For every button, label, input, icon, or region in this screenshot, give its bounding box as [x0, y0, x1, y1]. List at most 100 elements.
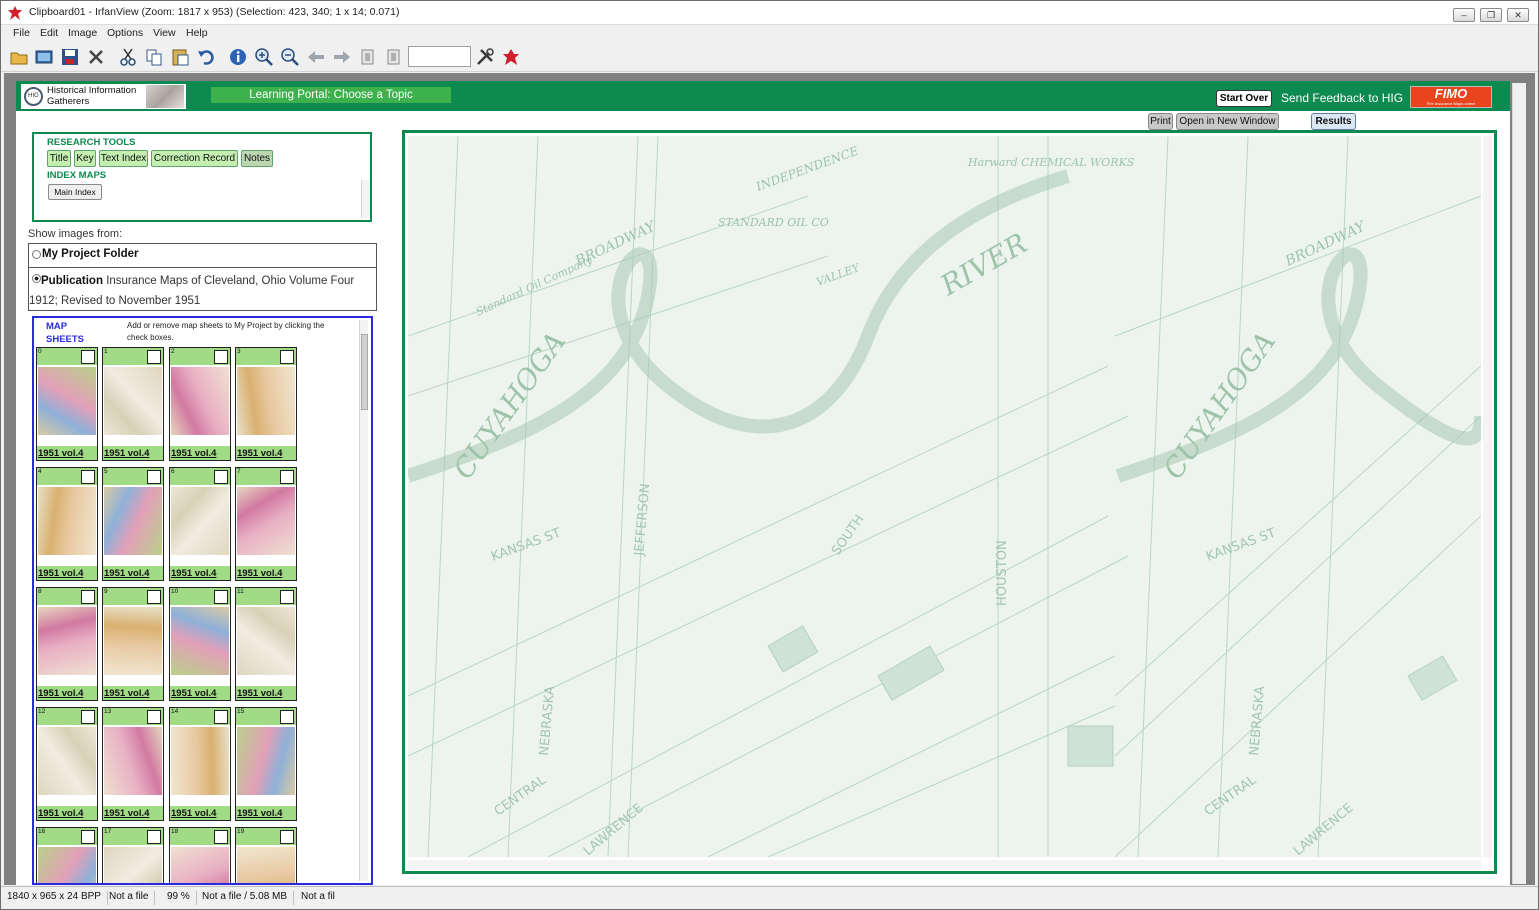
text-index-button[interactable]: Text Index: [99, 150, 148, 167]
first-page-icon[interactable]: [358, 47, 378, 67]
map-sheet-preview[interactable]: [104, 847, 162, 883]
map-sheet-checkbox[interactable]: [81, 590, 95, 604]
map-sheet-thumbnail[interactable]: 9 1951 vol.4: [102, 587, 164, 701]
index-maps-scrollbar[interactable]: [361, 180, 370, 218]
map-sheet-preview[interactable]: [237, 727, 295, 795]
map-sheet-label[interactable]: 1951 vol.4: [236, 806, 296, 820]
map-sheet-checkbox[interactable]: [280, 830, 294, 844]
map-sheet-thumbnail[interactable]: 2 1951 vol.4: [169, 347, 231, 461]
learning-portal-tab[interactable]: Learning Portal: Choose a Topic: [211, 87, 451, 103]
cut-icon[interactable]: [118, 47, 138, 67]
map-sheet-thumbnail[interactable]: 6 1951 vol.4: [169, 467, 231, 581]
map-horizontal-scrollbar[interactable]: [408, 860, 1481, 869]
map-sheet-checkbox[interactable]: [280, 590, 294, 604]
settings-icon[interactable]: [475, 47, 495, 67]
my-project-radio[interactable]: [32, 250, 41, 259]
map-sheet-checkbox[interactable]: [147, 350, 161, 364]
title-button[interactable]: Title: [47, 150, 71, 167]
copy-icon[interactable]: [144, 47, 164, 67]
map-sheet-preview[interactable]: [38, 727, 96, 795]
map-sheet-preview[interactable]: [171, 727, 229, 795]
main-index-button[interactable]: Main Index: [48, 184, 102, 200]
map-sheet-preview[interactable]: [38, 847, 96, 883]
map-image[interactable]: RIVER CUYAHOGA CUYAHOGA BROADWAY BROADWA…: [408, 136, 1481, 857]
map-sheet-preview[interactable]: [171, 487, 229, 555]
map-sheet-thumbnail[interactable]: 3 1951 vol.4: [235, 347, 297, 461]
map-sheet-label[interactable]: 1951 vol.4: [170, 446, 230, 460]
open-folder-icon[interactable]: [9, 47, 29, 67]
zoom-in-icon[interactable]: [254, 47, 274, 67]
close-button[interactable]: ✕: [1507, 8, 1529, 22]
last-page-icon[interactable]: [384, 47, 404, 67]
map-sheet-preview[interactable]: [237, 847, 295, 883]
map-sheet-checkbox[interactable]: [280, 470, 294, 484]
open-new-window-button[interactable]: Open in New Window: [1176, 113, 1279, 130]
zoom-out-icon[interactable]: [280, 47, 300, 67]
my-project-option[interactable]: My Project Folder: [29, 244, 376, 268]
map-sheet-thumbnail[interactable]: 18: [169, 827, 231, 883]
map-sheet-preview[interactable]: [171, 847, 229, 883]
map-sheet-thumbnail[interactable]: 8 1951 vol.4: [36, 587, 98, 701]
map-sheet-preview[interactable]: [237, 487, 295, 555]
map-sheet-checkbox[interactable]: [147, 830, 161, 844]
menu-options[interactable]: Options: [107, 27, 143, 39]
map-sheet-thumbnail[interactable]: 19: [235, 827, 297, 883]
map-sheet-checkbox[interactable]: [280, 350, 294, 364]
next-icon[interactable]: [332, 47, 352, 67]
map-sheet-label[interactable]: 1951 vol.4: [236, 566, 296, 580]
map-sheet-checkbox[interactable]: [280, 710, 294, 724]
results-button[interactable]: Results: [1311, 113, 1356, 130]
map-sheet-preview[interactable]: [38, 607, 96, 675]
map-sheet-checkbox[interactable]: [81, 470, 95, 484]
map-sheet-checkbox[interactable]: [147, 590, 161, 604]
menu-edit[interactable]: Edit: [40, 27, 58, 39]
map-sheet-preview[interactable]: [237, 607, 295, 675]
map-sheet-checkbox[interactable]: [81, 350, 95, 364]
map-sheet-label[interactable]: 1951 vol.4: [236, 686, 296, 700]
map-sheet-label[interactable]: 1951 vol.4: [37, 566, 97, 580]
send-feedback-link[interactable]: Send Feedback to HIG: [1281, 91, 1403, 105]
map-sheet-label[interactable]: 1951 vol.4: [37, 446, 97, 460]
undo-icon[interactable]: [196, 47, 216, 67]
key-button[interactable]: Key: [74, 150, 96, 167]
exit-icon[interactable]: [501, 47, 521, 67]
map-vertical-scrollbar[interactable]: [1483, 136, 1492, 857]
menu-file[interactable]: File: [13, 27, 30, 39]
map-sheet-thumbnail[interactable]: 13 1951 vol.4: [102, 707, 164, 821]
map-sheet-label[interactable]: 1951 vol.4: [103, 806, 163, 820]
map-sheet-preview[interactable]: [104, 367, 162, 435]
map-sheet-label[interactable]: 1951 vol.4: [170, 686, 230, 700]
save-icon[interactable]: [60, 47, 80, 67]
map-sheet-checkbox[interactable]: [214, 710, 228, 724]
map-sheet-thumbnail[interactable]: 7 1951 vol.4: [235, 467, 297, 581]
map-sheets-scroll-thumb[interactable]: [361, 334, 368, 410]
slideshow-icon[interactable]: [34, 47, 54, 67]
publication-option[interactable]: Publication Insurance Maps of Cleveland,…: [29, 269, 376, 311]
map-sheet-label[interactable]: 1951 vol.4: [37, 686, 97, 700]
previous-icon[interactable]: [306, 47, 326, 67]
paste-icon[interactable]: [170, 47, 190, 67]
map-sheet-checkbox[interactable]: [81, 830, 95, 844]
map-sheet-preview[interactable]: [104, 487, 162, 555]
menu-image[interactable]: Image: [68, 27, 97, 39]
map-sheet-label[interactable]: 1951 vol.4: [103, 686, 163, 700]
map-sheet-preview[interactable]: [171, 367, 229, 435]
map-sheet-checkbox[interactable]: [214, 830, 228, 844]
map-sheet-label[interactable]: 1951 vol.4: [103, 566, 163, 580]
map-sheet-thumbnail[interactable]: 4 1951 vol.4: [36, 467, 98, 581]
map-sheet-preview[interactable]: [237, 367, 295, 435]
map-sheet-checkbox[interactable]: [147, 470, 161, 484]
menu-help[interactable]: Help: [186, 27, 208, 39]
map-sheet-checkbox[interactable]: [214, 470, 228, 484]
minimize-button[interactable]: –: [1453, 8, 1475, 22]
map-sheet-checkbox[interactable]: [81, 710, 95, 724]
map-sheet-preview[interactable]: [171, 607, 229, 675]
map-sheet-thumbnail[interactable]: 5 1951 vol.4: [102, 467, 164, 581]
print-button[interactable]: Print: [1148, 113, 1173, 130]
page-vertical-scrollbar[interactable]: [1512, 83, 1526, 884]
map-sheet-thumbnail[interactable]: 14 1951 vol.4: [169, 707, 231, 821]
map-sheet-thumbnail[interactable]: 10 1951 vol.4: [169, 587, 231, 701]
map-sheet-thumbnail[interactable]: 0 1951 vol.4: [36, 347, 98, 461]
restore-button[interactable]: ❐: [1480, 8, 1502, 22]
delete-icon[interactable]: [86, 47, 106, 67]
